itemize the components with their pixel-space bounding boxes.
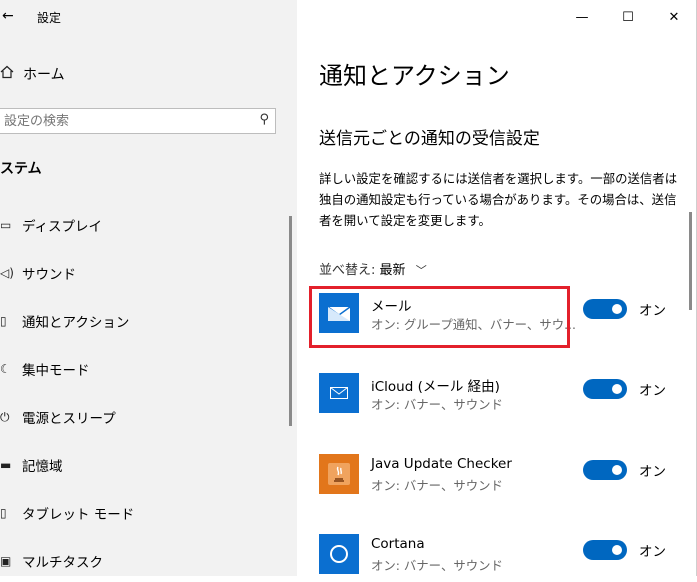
sidebar-item-tablet[interactable]: ▯ タブレット モード xyxy=(0,501,134,525)
app-status: オン: バナー、サウンド xyxy=(371,478,503,493)
toggle-label: オン xyxy=(639,303,666,319)
app-name: Cortana xyxy=(371,536,425,552)
close-button[interactable]: ✕ xyxy=(651,0,697,34)
sidebar-item-label: 電源とスリープ xyxy=(22,411,116,427)
sidebar-item-power[interactable]: ⏻ 電源とスリープ xyxy=(0,405,116,429)
sidebar-item-label: 集中モード xyxy=(22,363,90,379)
power-icon: ⏻ xyxy=(0,409,10,424)
search-icon[interactable]: ⚲ xyxy=(259,112,269,127)
toggle-switch[interactable] xyxy=(583,379,627,399)
chevron-down-icon: ﹀ xyxy=(415,264,427,277)
tablet-icon: ▯ xyxy=(0,506,7,520)
description-text: 詳しい設定を確認するには送信者を選択します。一部の送信者は独自の通知設定も行って… xyxy=(319,171,678,228)
display-icon: ▭ xyxy=(0,218,12,232)
highlight-annotation xyxy=(309,286,570,348)
back-arrow-icon[interactable]: ← xyxy=(2,8,14,24)
app-name: Java Update Checker xyxy=(371,456,512,472)
main-scrollbar[interactable] xyxy=(689,212,692,310)
app-name: iCloud (メール 経由) xyxy=(371,379,500,395)
multitask-icon: ▣ xyxy=(0,554,12,568)
sidebar-item-sound[interactable]: ◁) サウンド xyxy=(0,261,76,285)
window-controls: — ☐ ✕ xyxy=(559,0,697,34)
sidebar-item-label: マルチタスク xyxy=(22,555,103,571)
app-row-cortana[interactable]: Cortana オン: バナー、サウンド オン xyxy=(319,534,679,582)
storage-icon: ▬ xyxy=(0,458,12,472)
window-title: 設定 xyxy=(37,11,62,25)
notification-icon: ▯ xyxy=(0,314,7,328)
moon-icon: ☾ xyxy=(0,362,11,376)
toggle-switch[interactable] xyxy=(583,460,627,480)
sidebar-item-label: サウンド xyxy=(22,267,76,283)
sort-value: 最新 xyxy=(379,263,406,278)
app-status: オン: バナー、サウンド xyxy=(371,397,503,412)
section-subhead: 送信元ごとの通知の受信設定 xyxy=(319,129,540,149)
sidebar-item-multitask[interactable]: ▣ マルチタスク xyxy=(0,549,103,573)
toggle-switch[interactable] xyxy=(583,540,627,560)
sidebar: ← 設定 ホーム ⚲ ステム ▭ ディスプレイ ◁) サウンド ▯ 通知とアクシ… xyxy=(0,0,297,576)
sidebar-home[interactable]: ホーム xyxy=(0,62,65,86)
sidebar-item-focus[interactable]: ☾ 集中モード xyxy=(0,357,90,381)
sidebar-item-display[interactable]: ▭ ディスプレイ xyxy=(0,213,102,237)
sort-dropdown[interactable]: 並べ替え: 最新 ﹀ xyxy=(319,259,427,278)
toggle-label: オン xyxy=(639,544,666,560)
app-status: オン: バナー、サウンド xyxy=(371,558,503,573)
section-heading: ステム xyxy=(0,161,42,177)
cortana-icon xyxy=(319,534,359,574)
page-title: 通知とアクション xyxy=(319,62,510,90)
sidebar-item-label: 通知とアクション xyxy=(22,315,130,331)
toggle-switch[interactable] xyxy=(583,299,627,319)
java-icon xyxy=(319,454,359,494)
maximize-button[interactable]: ☐ xyxy=(605,0,651,34)
speaker-icon: ◁) xyxy=(0,266,14,280)
app-row-java[interactable]: Java Update Checker オン: バナー、サウンド オン xyxy=(319,454,679,502)
search-input[interactable] xyxy=(0,109,244,133)
search-box[interactable]: ⚲ xyxy=(0,108,276,134)
sort-label: 並べ替え: xyxy=(319,263,376,278)
home-icon xyxy=(0,65,14,83)
sidebar-item-label: タブレット モード xyxy=(22,507,135,523)
envelope-icon xyxy=(319,373,359,413)
sidebar-item-storage[interactable]: ▬ 記憶域 xyxy=(0,453,63,477)
sidebar-scrollbar[interactable] xyxy=(289,216,292,426)
minimize-button[interactable]: — xyxy=(559,0,605,34)
toggle-label: オン xyxy=(639,383,666,399)
sidebar-item-label: 記憶域 xyxy=(22,459,63,475)
toggle-label: オン xyxy=(639,464,666,480)
app-row-icloud[interactable]: iCloud (メール 経由) オン: バナー、サウンド オン xyxy=(319,373,679,421)
sidebar-item-notifications[interactable]: ▯ 通知とアクション xyxy=(0,309,129,333)
sidebar-item-label: ディスプレイ xyxy=(22,219,103,235)
sidebar-home-label: ホーム xyxy=(23,67,65,83)
